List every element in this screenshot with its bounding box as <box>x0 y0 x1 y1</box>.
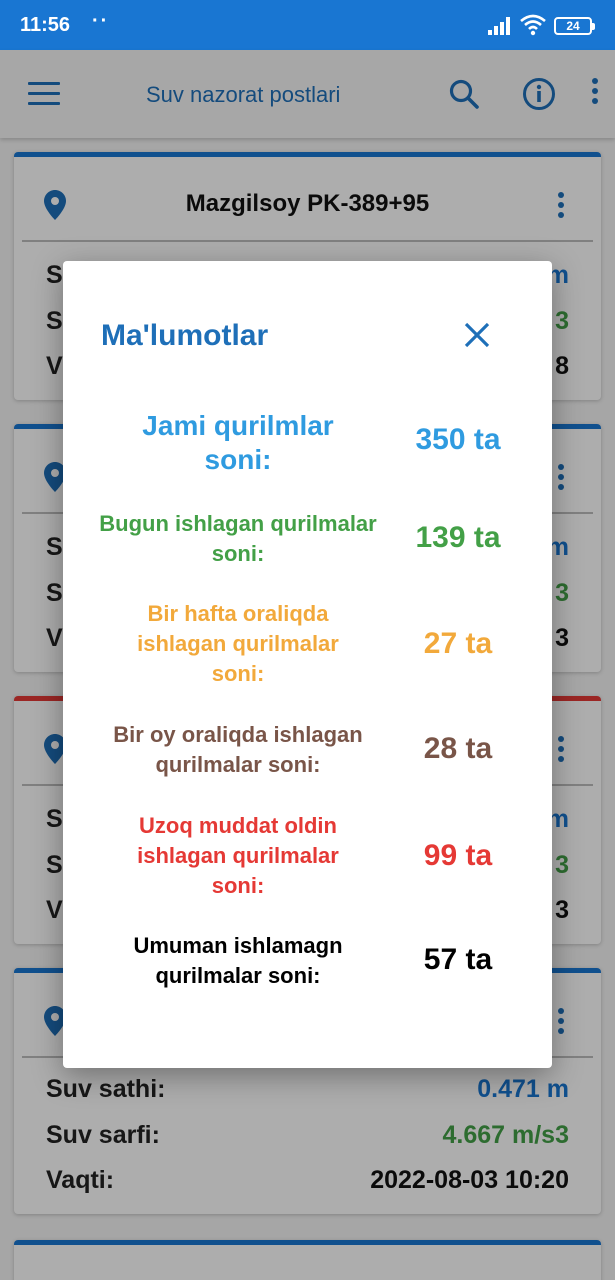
notification-dots: ·· <box>92 10 110 32</box>
wifi-icon <box>520 14 546 36</box>
stat-label: Jami qurilmlar soni: <box>142 410 334 475</box>
stat-month: Bir oy oraliqda ishlagan qurilmalar soni… <box>93 720 533 782</box>
stat-label: Umuman ishlamagn qurilmalar soni: <box>133 933 343 988</box>
stat-total: Jami qurilmlar soni: 350 ta <box>93 409 533 479</box>
stat-label: Bugun ishlagan qurilmalar soni: <box>99 511 377 566</box>
stat-value: 139 ta <box>415 521 501 554</box>
stat-label: Bir oy oraliqda ishlagan qurilmalar soni… <box>113 722 363 777</box>
stat-value: 99 ta <box>423 839 493 872</box>
stat-label: Uzoq muddat oldin ishlagan qurilmalar so… <box>137 813 339 898</box>
close-icon[interactable] <box>461 319 493 351</box>
stat-value: 350 ta <box>415 423 501 456</box>
status-time: 11:56 <box>20 14 71 36</box>
stat-week: Bir hafta oraliqda ishlagan qurilmalar s… <box>93 599 533 691</box>
signal-icon <box>488 17 514 35</box>
stat-value: 28 ta <box>423 732 493 765</box>
info-dialog: Ma'lumotlar Jami qurilmlar soni: 350 ta … <box>63 261 552 1068</box>
stat-label: Bir hafta oraliqda ishlagan qurilmalar s… <box>137 601 339 686</box>
battery-icon: 24 <box>554 17 595 35</box>
status-bar: 11:56 ·· 24 <box>0 0 615 50</box>
stat-value: 27 ta <box>423 627 493 660</box>
stat-never: Umuman ishlamagn qurilmalar soni: 57 ta <box>93 931 533 993</box>
stat-long-ago: Uzoq muddat oldin ishlagan qurilmalar so… <box>93 811 533 903</box>
stat-value: 57 ta <box>423 943 493 976</box>
stat-today: Bugun ishlagan qurilmalar soni: 139 ta <box>93 509 533 571</box>
dialog-title: Ma'lumotlar <box>101 319 269 352</box>
